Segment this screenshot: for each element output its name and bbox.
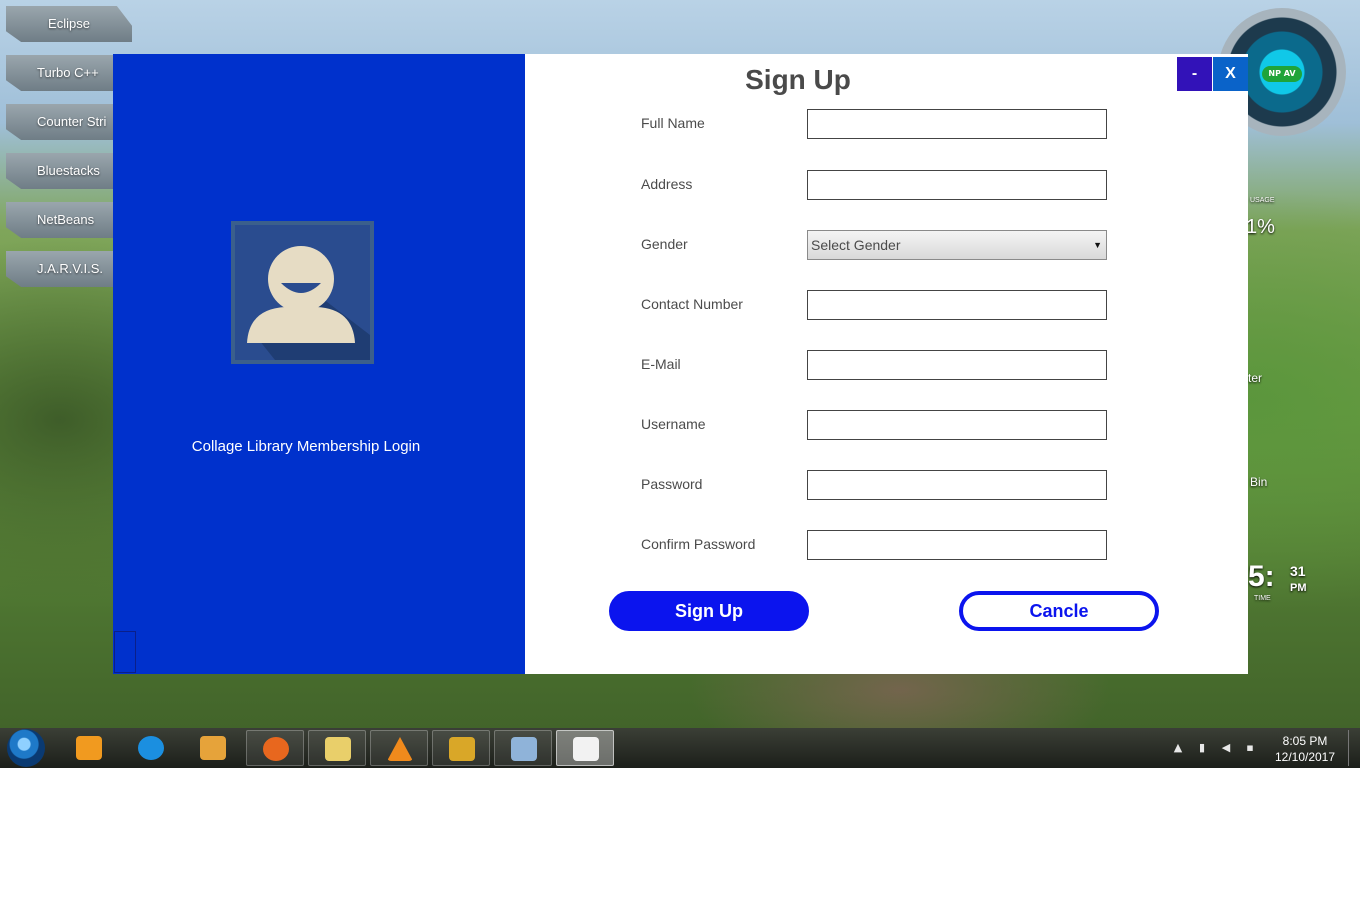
taskbar: ▲ ▮ ◀ ▪ 8:05 PM 12/10/2017 bbox=[0, 728, 1360, 768]
internet-explorer-icon bbox=[138, 736, 164, 760]
email-input[interactable] bbox=[807, 350, 1107, 380]
winamp-icon bbox=[449, 737, 475, 761]
show-hidden-icons-icon[interactable]: ▲ bbox=[1172, 742, 1184, 754]
email-label: E-Mail bbox=[641, 356, 681, 372]
chevron-down-icon: ▼ bbox=[1093, 240, 1102, 250]
desktop-shortcut-eclipse[interactable]: Eclipse bbox=[6, 6, 132, 42]
taskbar-internet-explorer[interactable] bbox=[122, 730, 180, 766]
clock-gadget-label: TIME bbox=[1254, 595, 1271, 602]
windows-media-player-icon bbox=[76, 736, 102, 760]
confirm-password-label: Confirm Password bbox=[641, 536, 756, 552]
word-icon bbox=[200, 736, 226, 760]
taskbar-vlc[interactable] bbox=[370, 730, 428, 766]
contact-number-label: Contact Number bbox=[641, 296, 743, 312]
usage-value: 1% bbox=[1246, 216, 1275, 238]
taskbar-virtualbox[interactable] bbox=[494, 730, 552, 766]
file-explorer-icon bbox=[325, 737, 351, 761]
vlc-icon bbox=[387, 737, 413, 761]
membership-login-caption: Collage Library Membership Login bbox=[191, 438, 421, 455]
password-input[interactable] bbox=[807, 470, 1107, 500]
taskbar-date: 12/10/2017 bbox=[1274, 750, 1336, 764]
network-icon[interactable]: ▮ bbox=[1196, 742, 1208, 754]
clock-gadget-minutes: 31 bbox=[1290, 563, 1306, 579]
power-icon[interactable]: ▪ bbox=[1244, 742, 1256, 754]
show-desktop-button[interactable] bbox=[1348, 730, 1359, 766]
usage-label: USAGE bbox=[1250, 197, 1275, 204]
full-name-label: Full Name bbox=[641, 115, 705, 131]
antivirus-badge: NP AV bbox=[1262, 66, 1302, 82]
user-avatar-icon bbox=[231, 221, 374, 364]
username-input[interactable] bbox=[807, 410, 1107, 440]
address-label: Address bbox=[641, 176, 693, 192]
taskbar-firefox[interactable] bbox=[246, 730, 304, 766]
desktop-icon-label-computer[interactable]: ter bbox=[1248, 371, 1262, 385]
start-button[interactable] bbox=[7, 729, 45, 767]
clock-gadget-digits: 5: bbox=[1248, 560, 1275, 593]
taskbar-word[interactable] bbox=[184, 730, 242, 766]
taskbar-file-explorer[interactable] bbox=[308, 730, 366, 766]
taskbar-winamp[interactable] bbox=[432, 730, 490, 766]
gender-select-value: Select Gender bbox=[811, 237, 901, 253]
sign-up-button[interactable]: Sign Up bbox=[609, 591, 809, 631]
left-branding-panel: Collage Library Membership Login bbox=[113, 54, 525, 674]
clock-gadget-ampm: PM bbox=[1290, 582, 1307, 594]
panel-corner-handle bbox=[114, 631, 136, 673]
signup-dialog: Collage Library Membership Login Sign Up… bbox=[113, 54, 1248, 674]
taskbar-clock[interactable]: 8:05 PM 12/10/2017 bbox=[1268, 733, 1342, 765]
gender-label: Gender bbox=[641, 236, 688, 252]
desktop-icon-label-recycle-bin[interactable]: Bin bbox=[1250, 475, 1267, 489]
username-label: Username bbox=[641, 416, 706, 432]
cancel-button[interactable]: Cancle bbox=[959, 591, 1159, 631]
volume-icon[interactable]: ◀ bbox=[1220, 742, 1232, 754]
address-input[interactable] bbox=[807, 170, 1107, 200]
close-button[interactable]: X bbox=[1213, 57, 1248, 91]
taskbar-time: 8:05 PM bbox=[1282, 734, 1328, 748]
contact-number-input[interactable] bbox=[807, 290, 1107, 320]
minimize-button[interactable]: - bbox=[1177, 57, 1212, 91]
taskbar-java[interactable] bbox=[556, 730, 614, 766]
confirm-password-input[interactable] bbox=[807, 530, 1107, 560]
virtualbox-icon bbox=[511, 737, 537, 761]
full-name-input[interactable] bbox=[807, 109, 1107, 139]
page-title: Sign Up bbox=[745, 64, 851, 95]
signup-form-panel: Sign Up - X Full Name Address Gender Sel… bbox=[525, 54, 1248, 674]
firefox-icon bbox=[263, 737, 289, 761]
gender-select[interactable]: Select Gender ▼ bbox=[807, 230, 1107, 260]
taskbar-windows-media-player[interactable] bbox=[60, 730, 118, 766]
password-label: Password bbox=[641, 476, 703, 492]
java-icon bbox=[573, 737, 599, 761]
